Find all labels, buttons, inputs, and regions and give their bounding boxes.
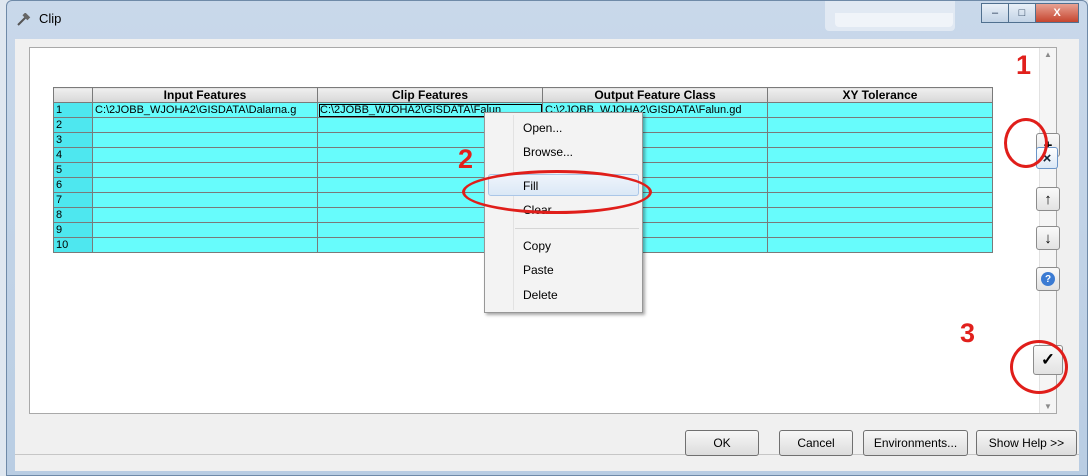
context-menu-icon-column <box>513 115 514 310</box>
ok-button[interactable]: OK <box>685 430 759 456</box>
arrow-up-icon: ↑ <box>1044 190 1052 208</box>
maximize-button[interactable]: □ <box>1008 3 1036 23</box>
scroll-up-icon[interactable]: ▲ <box>1044 50 1052 59</box>
column-header-xy-tolerance[interactable]: XY Tolerance <box>767 87 993 103</box>
row-number[interactable]: 10 <box>53 237 93 253</box>
show-help-button[interactable]: Show Help >> <box>976 430 1077 456</box>
window-title: Clip <box>39 11 62 26</box>
help-button[interactable]: ? <box>1036 267 1060 291</box>
row-number[interactable]: 4 <box>53 147 93 163</box>
input-features-cell[interactable] <box>92 177 318 193</box>
environments-button[interactable]: Environments... <box>863 430 968 456</box>
row-number[interactable]: 3 <box>53 132 93 148</box>
annotation-number-2: 2 <box>458 144 474 174</box>
input-features-cell[interactable] <box>92 162 318 178</box>
background-window-tab <box>835 13 953 27</box>
xy-tolerance-cell[interactable] <box>767 222 993 238</box>
cancel-button[interactable]: Cancel <box>779 430 853 456</box>
row-number[interactable]: 8 <box>53 207 93 223</box>
menu-item-browse[interactable]: Browse... <box>523 145 573 159</box>
xy-tolerance-cell[interactable] <box>767 237 993 253</box>
row-number[interactable]: 9 <box>53 222 93 238</box>
menu-item-copy[interactable]: Copy <box>523 239 551 253</box>
input-features-cell[interactable] <box>92 132 318 148</box>
xy-tolerance-cell[interactable] <box>767 147 993 163</box>
move-up-button[interactable]: ↑ <box>1036 187 1060 211</box>
annotation-number-1: 1 <box>1016 50 1032 80</box>
row-number[interactable]: 6 <box>53 177 93 193</box>
xy-tolerance-cell[interactable] <box>767 192 993 208</box>
arrow-down-icon: ↓ <box>1044 229 1052 247</box>
xy-tolerance-cell[interactable] <box>767 207 993 223</box>
menu-item-delete[interactable]: Delete <box>523 288 558 302</box>
xy-tolerance-cell[interactable] <box>767 132 993 148</box>
xy-tolerance-cell[interactable] <box>767 117 993 133</box>
xy-tolerance-cell[interactable] <box>767 162 993 178</box>
input-features-cell[interactable] <box>92 147 318 163</box>
input-features-cell[interactable] <box>92 207 318 223</box>
input-features-cell[interactable]: C:\2JOBB_WJOHA2\GISDATA\Dalarna.g <box>92 102 318 118</box>
minimize-button[interactable]: – <box>981 3 1009 23</box>
row-number[interactable]: 5 <box>53 162 93 178</box>
input-features-cell[interactable] <box>92 192 318 208</box>
annotation-circle-2 <box>462 170 652 214</box>
annotation-circle-1 <box>1004 118 1048 168</box>
input-features-cell[interactable] <box>92 117 318 133</box>
help-icon: ? <box>1041 272 1055 286</box>
input-features-cell[interactable] <box>92 222 318 238</box>
xy-tolerance-cell[interactable] <box>767 177 993 193</box>
row-number[interactable]: 1 <box>53 102 93 118</box>
window-controls: – □ X <box>981 3 1079 23</box>
column-header-output-feature-class[interactable]: Output Feature Class <box>542 87 768 103</box>
row-number[interactable]: 2 <box>53 117 93 133</box>
xy-tolerance-cell[interactable] <box>767 102 993 118</box>
row-number[interactable]: 7 <box>53 192 93 208</box>
move-down-button[interactable]: ↓ <box>1036 226 1060 250</box>
annotation-circle-3 <box>1010 340 1068 394</box>
menu-item-open[interactable]: Open... <box>523 121 562 135</box>
menu-item-paste[interactable]: Paste <box>523 263 554 277</box>
hammer-icon <box>17 13 31 26</box>
grid-corner-header <box>53 87 93 103</box>
annotation-number-3: 3 <box>960 318 976 348</box>
scroll-down-icon[interactable]: ▼ <box>1044 402 1052 411</box>
column-header-input-features[interactable]: Input Features <box>92 87 318 103</box>
menu-separator <box>515 228 639 229</box>
title-bar[interactable]: Clip – □ X <box>7 1 1087 39</box>
column-header-clip-features[interactable]: Clip Features <box>317 87 543 103</box>
close-button[interactable]: X <box>1035 3 1079 23</box>
input-features-cell[interactable] <box>92 237 318 253</box>
